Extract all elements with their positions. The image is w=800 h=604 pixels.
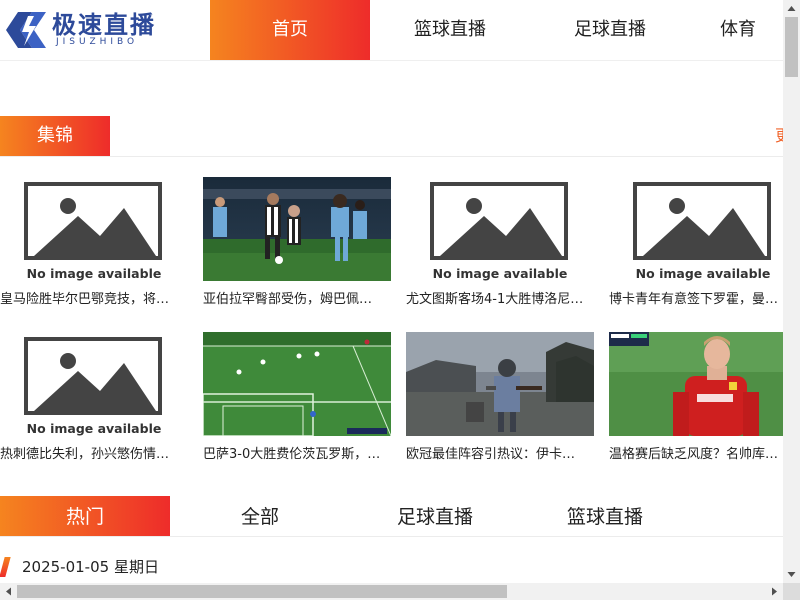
highlight-caption[interactable]: 博卡青年有意签下罗霍，曼…: [609, 291, 783, 309]
logo-name-cn: 极速直播: [52, 10, 156, 39]
highlight-card[interactable]: No image available 热刺德比失利，孙兴慜伤情…: [0, 332, 188, 464]
scrollbar-corner: [783, 583, 800, 600]
red-kit-player-image: [609, 332, 783, 436]
highlight-caption[interactable]: 温格赛后缺乏风度？名帅库…: [609, 446, 783, 464]
tab-hot[interactable]: 热门: [0, 496, 170, 536]
nav-item-home[interactable]: 首页: [210, 0, 370, 60]
highlights-header: 集锦 更: [0, 116, 783, 157]
highlight-caption[interactable]: 巴萨3-0大胜费伦茨瓦罗斯，…: [203, 446, 383, 464]
horizontal-scroll-thumb[interactable]: [17, 585, 507, 598]
image-placeholder-icon: [430, 182, 568, 260]
scroll-up-arrow-icon[interactable]: [783, 0, 800, 17]
main-nav: 首页 篮球直播 足球直播 体育: [210, 0, 783, 60]
game-warrior-image: [406, 332, 594, 436]
no-image-text: No image available: [635, 266, 771, 281]
no-image-placeholder: No image available: [609, 177, 783, 281]
highlight-card[interactable]: No image available 尤文图斯客场4-1大胜博洛尼…: [406, 177, 594, 309]
no-image-placeholder: No image available: [0, 177, 188, 281]
scroll-right-arrow-icon[interactable]: [766, 583, 783, 600]
highlight-caption[interactable]: 热刺德比失利，孙兴慜伤情…: [0, 446, 180, 464]
highlights-title: 集锦: [0, 116, 110, 156]
highlight-caption[interactable]: 亚伯拉罕臀部受伤，姆巴佩…: [203, 291, 383, 309]
image-placeholder-icon: [24, 337, 162, 415]
date-label: 2025-01-05 星期日: [22, 558, 159, 576]
site-logo[interactable]: 极速直播 JISUZHIBO: [0, 0, 160, 60]
no-image-text: No image available: [432, 266, 568, 281]
page-viewport: 极速直播 JISUZHIBO 首页 篮球直播 足球直播 体育 集锦 更 No i…: [0, 0, 783, 583]
image-placeholder-icon: [633, 182, 771, 260]
highlight-card[interactable]: 温格赛后缺乏风度？名帅库…: [609, 332, 783, 464]
football-pitch-wide-image: [203, 332, 391, 436]
lightning-logo-icon: [6, 12, 46, 48]
highlight-caption[interactable]: 尤文图斯客场4-1大胜博洛尼…: [406, 291, 586, 309]
tab-all[interactable]: 全部: [170, 496, 350, 536]
vertical-scroll-thumb[interactable]: [785, 17, 798, 77]
scroll-left-arrow-icon[interactable]: [0, 583, 17, 600]
highlight-card[interactable]: 亚伯拉罕臀部受伤，姆巴佩…: [203, 177, 391, 309]
highlight-card[interactable]: 巴萨3-0大胜费伦茨瓦罗斯，…: [203, 332, 391, 464]
highlight-card[interactable]: 欧冠最佳阵容引热议：伊卡…: [406, 332, 594, 464]
horizontal-scrollbar[interactable]: [0, 583, 783, 600]
highlight-caption[interactable]: 欧冠最佳阵容引热议：伊卡…: [406, 446, 586, 464]
tab-football-live[interactable]: 足球直播: [350, 496, 520, 536]
no-image-placeholder: No image available: [406, 177, 594, 281]
highlight-card[interactable]: No image available 博卡青年有意签下罗霍，曼…: [609, 177, 783, 309]
football-night-match-image: [203, 177, 391, 281]
nav-item-basketball-live[interactable]: 篮球直播: [370, 0, 530, 60]
scroll-down-arrow-icon[interactable]: [783, 566, 800, 583]
image-placeholder-icon: [24, 182, 162, 260]
tab-basketball-live[interactable]: 篮球直播: [520, 496, 690, 536]
no-image-text: No image available: [26, 421, 162, 436]
highlight-caption[interactable]: 皇马险胜毕尔巴鄂竞技，将…: [0, 291, 180, 309]
hot-tabs: 热门 全部 足球直播 篮球直播: [0, 496, 783, 537]
vertical-scrollbar[interactable]: [783, 0, 800, 583]
no-image-placeholder: No image available: [0, 332, 188, 436]
nav-item-sports[interactable]: 体育: [690, 0, 783, 60]
date-marker: [0, 557, 11, 577]
no-image-text: No image available: [26, 266, 162, 281]
nav-item-football-live[interactable]: 足球直播: [530, 0, 690, 60]
highlight-card[interactable]: No image available 皇马险胜毕尔巴鄂竞技，将…: [0, 177, 188, 309]
site-header: 极速直播 JISUZHIBO 首页 篮球直播 足球直播 体育: [0, 0, 783, 61]
highlights-more-link[interactable]: 更: [775, 116, 783, 156]
logo-name-en: JISUZHIBO: [56, 37, 139, 47]
